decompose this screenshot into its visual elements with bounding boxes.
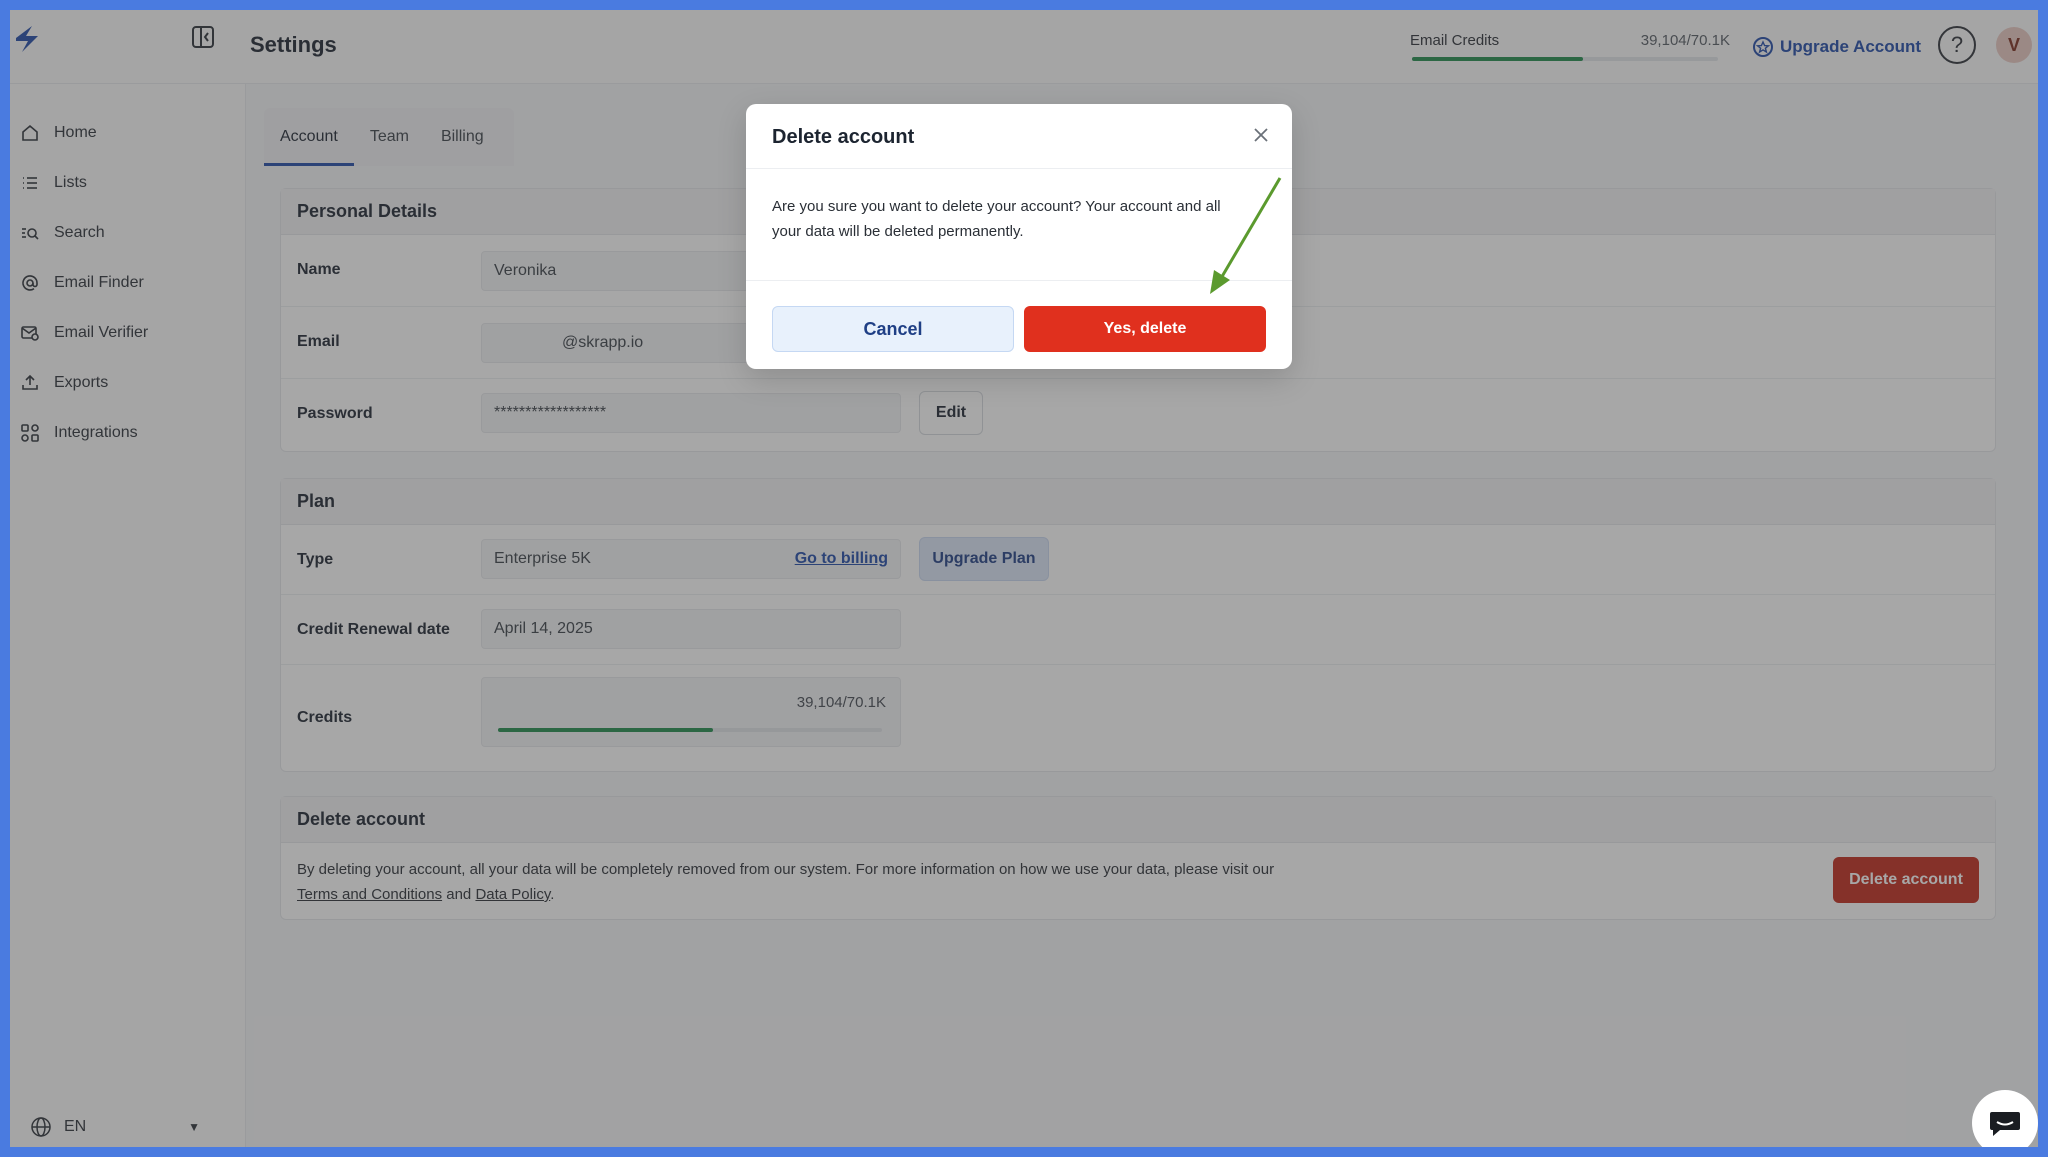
chat-icon <box>1990 1112 2020 1136</box>
chat-widget-button[interactable] <box>1972 1090 2038 1147</box>
close-icon[interactable] <box>1250 124 1272 146</box>
annotation-arrow-icon <box>1210 177 1282 294</box>
dialog-divider <box>746 168 1292 169</box>
app-window: Settings Email Credits 39,104/70.1K Upgr… <box>10 10 2038 1147</box>
cancel-button[interactable]: Cancel <box>772 306 1014 352</box>
dialog-title: Delete account <box>772 126 915 148</box>
dialog-message: Are you sure you want to delete your acc… <box>772 198 1221 240</box>
confirm-delete-button[interactable]: Yes, delete <box>1024 306 1266 352</box>
